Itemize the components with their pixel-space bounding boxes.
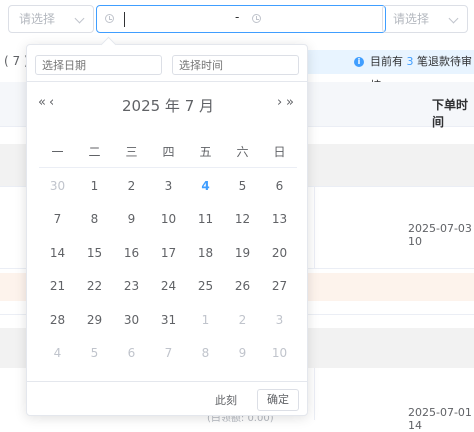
status-select-placeholder: 请选择 xyxy=(19,12,56,26)
clock-icon xyxy=(105,14,114,23)
calendar-day[interactable]: 7 xyxy=(39,204,76,237)
chevron-down-icon xyxy=(74,13,85,24)
calendar-day[interactable]: 8 xyxy=(187,338,224,371)
picker-time-input[interactable] xyxy=(172,55,299,75)
calendar-day[interactable]: 1 xyxy=(76,171,113,204)
picker-footer: 此刻 确定 xyxy=(27,381,307,418)
weekday-label: 三 xyxy=(125,145,138,159)
chevron-down-icon xyxy=(448,13,459,24)
calendar-day[interactable]: 13 xyxy=(261,204,298,237)
range-separator: - xyxy=(235,10,240,24)
calendar-day[interactable]: 31 xyxy=(150,305,187,338)
refund-count[interactable]: 3 xyxy=(407,55,414,68)
calendar-day[interactable]: 14 xyxy=(39,238,76,271)
picker-month-title[interactable]: 2025 年 7 月 xyxy=(27,95,309,116)
clock-icon xyxy=(252,14,261,23)
calendar-day[interactable]: 18 xyxy=(187,238,224,271)
info-icon: i xyxy=(354,57,364,67)
calendar-day[interactable]: 5 xyxy=(76,338,113,371)
column-order-time: 下单时间 xyxy=(432,98,469,129)
calendar-day-today[interactable]: 4 xyxy=(187,171,224,204)
calendar-day[interactable]: 6 xyxy=(261,171,298,204)
calendar-day[interactable]: 30 xyxy=(39,171,76,204)
calendar-day[interactable]: 12 xyxy=(224,204,261,237)
calendar-day[interactable]: 2 xyxy=(113,171,150,204)
filter-bar: 请选择 - 请选择 xyxy=(0,0,474,38)
calendar-day[interactable]: 25 xyxy=(187,271,224,304)
weekday-divider xyxy=(39,167,297,168)
weekday-label: 五 xyxy=(199,145,212,159)
calendar-day[interactable]: 28 xyxy=(39,305,76,338)
calendar-day[interactable]: 6 xyxy=(113,338,150,371)
calendar-day[interactable]: 23 xyxy=(113,271,150,304)
datetime-picker-popover: « ‹ 2025 年 7 月 › » 一二三四五六日 3012345678910… xyxy=(26,36,309,418)
calendar-day[interactable]: 26 xyxy=(224,271,261,304)
weekday-label: 六 xyxy=(236,145,249,159)
calendar-day[interactable]: 10 xyxy=(150,204,187,237)
popover-arrow xyxy=(100,36,117,53)
calendar-day[interactable]: 9 xyxy=(224,338,261,371)
weekday-label: 日 xyxy=(273,145,286,159)
calendar-day[interactable]: 10 xyxy=(261,338,298,371)
calendar-day[interactable]: 2 xyxy=(224,305,261,338)
now-button[interactable]: 此刻 xyxy=(215,392,237,408)
calendar-day[interactable]: 22 xyxy=(76,271,113,304)
calendar-day[interactable]: 16 xyxy=(113,238,150,271)
confirm-button[interactable]: 确定 xyxy=(257,389,299,411)
calendar-day[interactable]: 15 xyxy=(76,238,113,271)
calendar-day[interactable]: 30 xyxy=(113,305,150,338)
calendar-day[interactable]: 3 xyxy=(261,305,298,338)
refund-notice: i 目前有 3 笔退款待审核 xyxy=(300,50,474,92)
type-select-placeholder: 请选择 xyxy=(393,12,430,26)
order-time-cell: 2025-07-01 14 xyxy=(408,406,472,432)
datetime-range-input[interactable]: - xyxy=(96,5,386,33)
weekday-header: 一二三四五六日 xyxy=(39,143,297,167)
weekday-label: 二 xyxy=(88,145,101,159)
calendar-day[interactable]: 27 xyxy=(261,271,298,304)
next-month-button[interactable]: › xyxy=(277,95,282,110)
order-time-cell: 2025-07-03 10 xyxy=(408,222,472,248)
calendar-day[interactable]: 24 xyxy=(150,271,187,304)
text-cursor xyxy=(124,12,125,27)
picker-divider xyxy=(27,81,307,82)
calendar-day[interactable]: 21 xyxy=(39,271,76,304)
picker-date-input[interactable] xyxy=(35,55,162,75)
type-select[interactable]: 请选择 xyxy=(382,5,468,33)
weekday-label: 一 xyxy=(51,145,64,159)
calendar-day[interactable]: 9 xyxy=(113,204,150,237)
calendar-day[interactable]: 3 xyxy=(150,171,187,204)
calendar-day[interactable]: 1 xyxy=(187,305,224,338)
calendar-day[interactable]: 20 xyxy=(261,238,298,271)
calendar-day[interactable]: 11 xyxy=(187,204,224,237)
calendar-day[interactable]: 5 xyxy=(224,171,261,204)
column-divider xyxy=(314,186,315,268)
calendar-day[interactable]: 19 xyxy=(224,238,261,271)
calendar-day[interactable]: 29 xyxy=(76,305,113,338)
weekday-label: 四 xyxy=(162,145,175,159)
calendar-day[interactable]: 7 xyxy=(150,338,187,371)
calendar-day[interactable]: 8 xyxy=(76,204,113,237)
calendar-day[interactable]: 17 xyxy=(150,238,187,271)
column-divider xyxy=(314,368,315,420)
status-select[interactable]: 请选择 xyxy=(8,5,94,33)
next-year-button[interactable]: » xyxy=(286,95,294,110)
calendar-day[interactable]: 4 xyxy=(39,338,76,371)
order-count: ( 7 ) xyxy=(4,54,29,68)
